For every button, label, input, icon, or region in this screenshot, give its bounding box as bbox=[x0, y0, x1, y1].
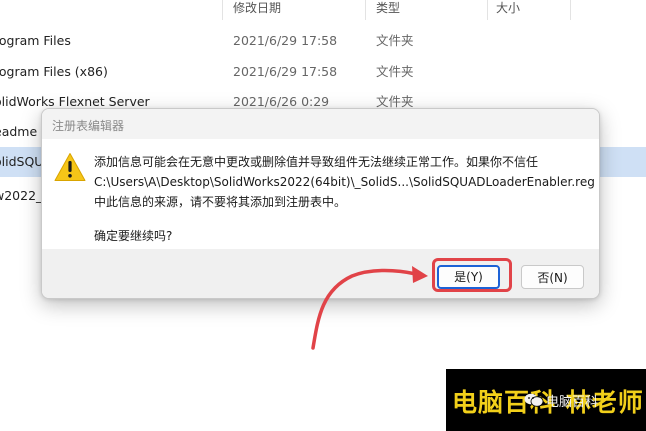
column-separator[interactable] bbox=[570, 0, 571, 20]
registry-editor-dialog: 注册表编辑器 添加信息可能会在无意中更改或删除值并导致组件无法继续正常工作。如果… bbox=[41, 108, 600, 299]
table-row[interactable]: rogram Files 2021/6/29 17:58 文件夹 bbox=[0, 26, 646, 56]
message-line: 添加信息可能会在无意中更改或删除值并导致组件无法继续正常工作。如果你不信任 bbox=[94, 155, 539, 169]
dialog-titlebar[interactable]: 注册表编辑器 bbox=[42, 109, 599, 139]
file-date: 2021/6/29 17:58 bbox=[233, 33, 338, 48]
watermark: 电脑百科 林老师 电脑百科 bbox=[446, 369, 646, 431]
file-name: rogram Files (x86) bbox=[0, 64, 108, 79]
watermark-small-text: 电脑百科 bbox=[546, 395, 599, 410]
column-separator[interactable] bbox=[365, 0, 366, 20]
file-type: 文件夹 bbox=[376, 33, 414, 48]
table-row[interactable]: rogram Files (x86) 2021/6/29 17:58 文件夹 bbox=[0, 57, 646, 87]
no-button[interactable]: 否(N) bbox=[521, 265, 584, 289]
message-file-path: C:\Users\A\Desktop\SolidWorks2022(64bit)… bbox=[94, 175, 595, 189]
column-header-type[interactable]: 类型 bbox=[376, 0, 400, 20]
dialog-title: 注册表编辑器 bbox=[52, 119, 125, 133]
message-line: 中此信息的来源，请不要将其添加到注册表中。 bbox=[94, 195, 347, 209]
warning-icon bbox=[54, 153, 86, 181]
file-name: w2022_ bbox=[0, 188, 43, 203]
column-header-size[interactable]: 大小 bbox=[496, 0, 520, 20]
file-type: 文件夹 bbox=[376, 64, 414, 79]
wechat-icon bbox=[524, 393, 544, 407]
dialog-content: 添加信息可能会在无意中更改或删除值并导致组件无法继续正常工作。如果你不信任 C:… bbox=[42, 139, 599, 249]
screenshot: 修改日期 类型 大小 rogram Files 2021/6/29 17:58 … bbox=[0, 0, 646, 431]
file-date: 2021/6/29 17:58 bbox=[233, 64, 338, 79]
file-name: rogram Files bbox=[0, 33, 71, 48]
column-separator[interactable] bbox=[487, 0, 488, 20]
file-name: eadme bbox=[0, 124, 38, 139]
column-separator[interactable] bbox=[222, 0, 223, 20]
dialog-message: 添加信息可能会在无意中更改或删除值并导致组件无法继续正常工作。如果你不信任 C:… bbox=[94, 152, 595, 246]
file-list-header: 修改日期 类型 大小 bbox=[0, 0, 646, 20]
highlight-box bbox=[432, 258, 512, 292]
dialog-footer: 是(Y) 否(N) bbox=[42, 249, 599, 298]
column-header-date[interactable]: 修改日期 bbox=[233, 0, 281, 20]
confirm-question: 确定要继续吗? bbox=[94, 229, 173, 243]
file-name: olidSQU bbox=[0, 154, 44, 169]
